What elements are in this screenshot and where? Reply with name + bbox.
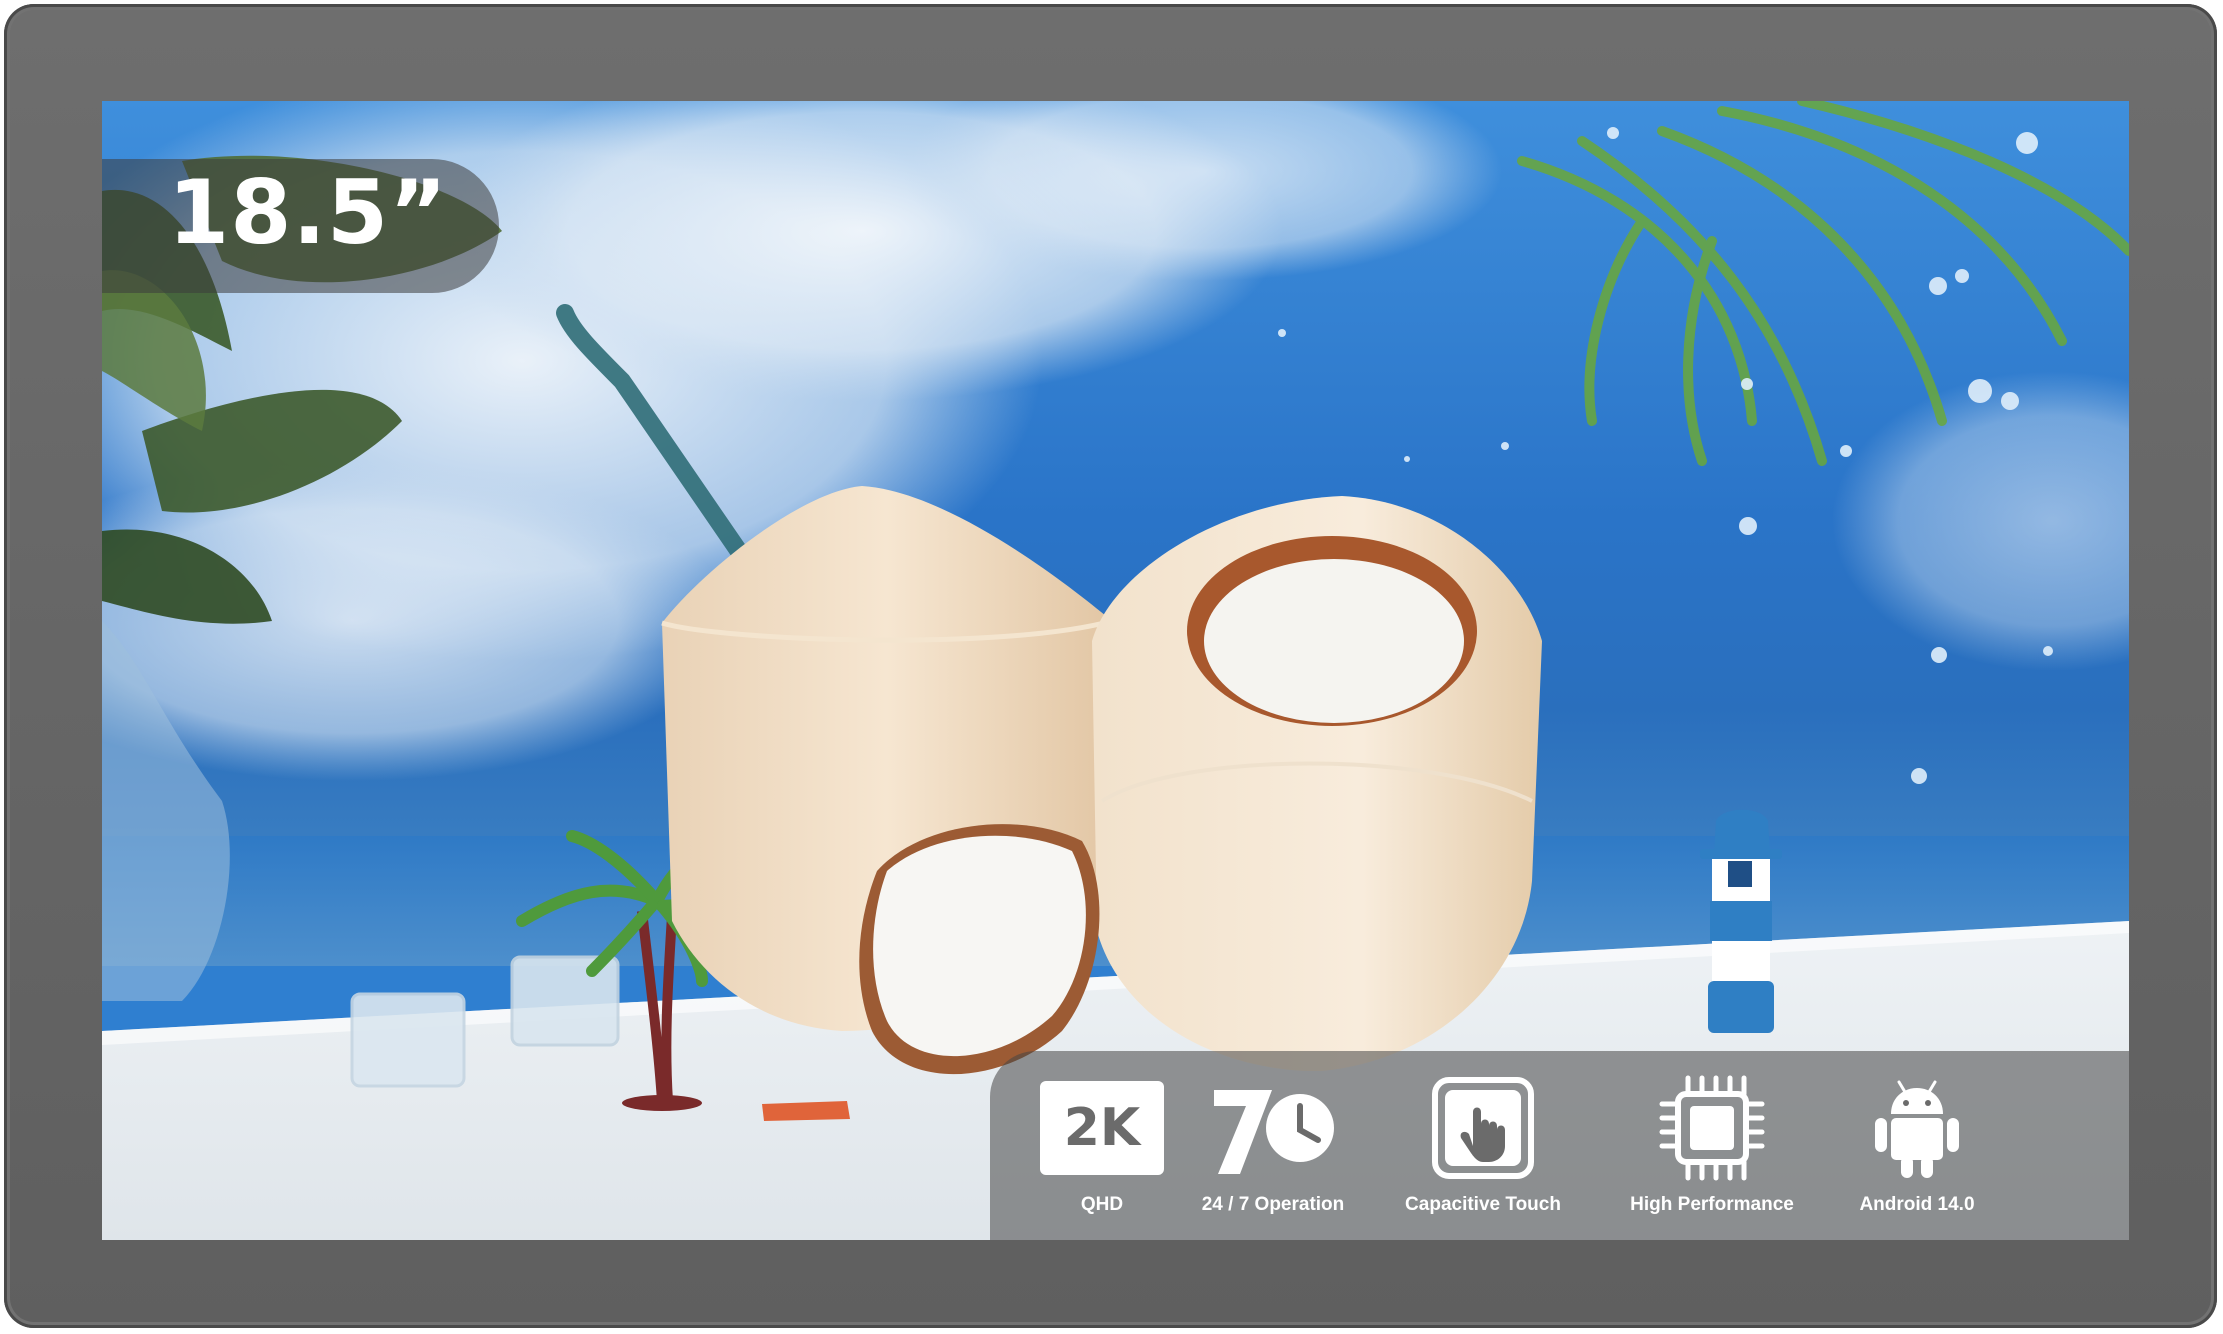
feature-label-android: Android 14.0 — [1859, 1194, 1975, 1215]
2k-icon: 2K — [1037, 1073, 1167, 1183]
feature-label-qhd: QHD — [1080, 1194, 1124, 1215]
24-7-clock-icon — [1208, 1073, 1338, 1183]
cpu-chip-icon — [1647, 1073, 1777, 1183]
touch-hand-icon — [1418, 1073, 1548, 1183]
feature-label-high-performance: High Performance — [1630, 1194, 1794, 1215]
display-bezel: 18.5” 2K QHD 24 / 7 Operation Capacitive… — [4, 4, 2217, 1328]
display-screen: 18.5” 2K QHD 24 / 7 Operation Capacitive… — [102, 101, 2129, 1240]
feature-high-performance: High Performance — [1612, 1051, 1812, 1240]
feature-24-7: 24 / 7 Operation — [1168, 1051, 1378, 1240]
screen-size-label: 18.5” — [168, 161, 448, 264]
feature-capacitive-touch: Capacitive Touch — [1388, 1051, 1578, 1240]
android-icon — [1852, 1073, 1982, 1183]
feature-android: Android 14.0 — [1832, 1051, 2002, 1240]
feature-label-capacitive-touch: Capacitive Touch — [1405, 1194, 1561, 1215]
feature-label-24-7: 24 / 7 Operation — [1201, 1194, 1345, 1215]
feature-bar: 2K QHD 24 / 7 Operation Capacitive Touch… — [990, 1051, 2129, 1240]
2k-icon-text: 2K — [1040, 1081, 1164, 1175]
feature-qhd: 2K QHD — [1037, 1051, 1167, 1240]
